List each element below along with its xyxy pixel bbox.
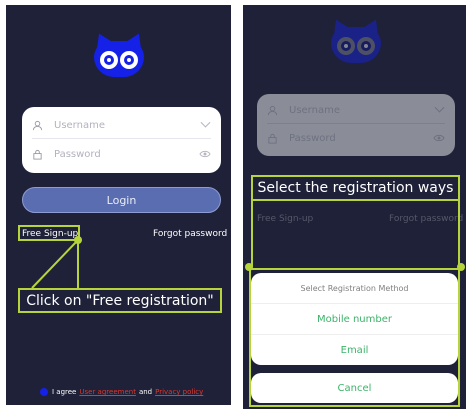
agreement-radio[interactable] (40, 388, 48, 396)
cancel-button[interactable]: Cancel (251, 373, 458, 403)
login-screen: Login Free Sign-up Forgot password Click… (6, 5, 231, 405)
registration-method-screen: Free Sign-up Forgot password Select the … (243, 5, 466, 409)
agreement-and: and (138, 388, 153, 396)
agreement-prefix: I agree (52, 388, 77, 396)
registration-method-sheet: Select Registration Method Mobile number… (251, 273, 458, 365)
mobile-number-option[interactable]: Mobile number (251, 303, 458, 334)
click-free-registration-callout: Click on "Free registration" (18, 288, 222, 313)
user-agreement-link[interactable]: User agreement (79, 388, 136, 396)
agreement-row: I agree User agreement and Privacy polic… (40, 388, 206, 396)
email-option[interactable]: Email (251, 334, 458, 365)
annotation-connector (31, 239, 79, 289)
sheet-title: Select Registration Method (300, 283, 409, 293)
privacy-policy-link[interactable]: Privacy policy (155, 388, 203, 396)
